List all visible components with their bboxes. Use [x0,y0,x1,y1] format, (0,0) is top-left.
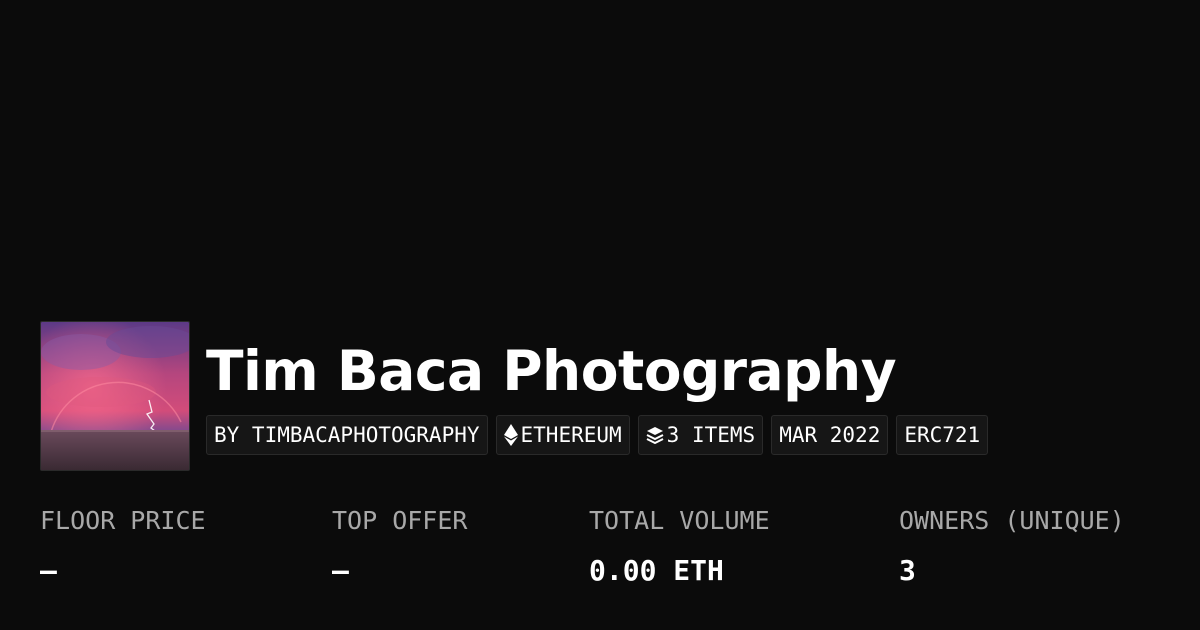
date-tag-label: MAR 2022 [779,423,881,447]
top-offer-label: TOP OFFER [332,506,468,535]
total-volume-label: TOTAL VOLUME [589,506,770,535]
collection-tags: BY TIMBACAPHOTOGRAPHY ETHEREUM 3 ITEMS M… [206,415,989,455]
owners-stat: OWNERS (UNIQUE) 3 [899,503,1125,589]
floor-price-label: FLOOR PRICE [40,506,206,535]
items-tag-label: 3 ITEMS [666,423,756,447]
creator-tag[interactable]: BY TIMBACAPHOTOGRAPHY [206,415,488,455]
date-tag: MAR 2022 [771,415,889,455]
standard-tag: ERC721 [896,415,989,455]
collection-avatar [40,321,190,471]
chain-tag[interactable]: ETHEREUM [495,415,630,455]
creator-tag-label: BY TIMBACAPHOTOGRAPHY [214,423,480,447]
total-volume-stat: TOTAL VOLUME 0.00 ETH [589,503,770,589]
layers-icon [646,426,664,444]
top-offer-stat: TOP OFFER – [332,503,467,589]
ethereum-icon [503,424,518,446]
collection-title: Tim Baca Photography [206,339,897,403]
standard-tag-label: ERC721 [904,423,981,447]
owners-value: 3 [899,554,916,587]
floor-price-value: – [40,554,57,587]
top-offer-value: – [332,554,349,587]
chain-tag-label: ETHEREUM [520,423,622,447]
items-tag[interactable]: 3 ITEMS [637,415,764,455]
floor-price-stat: FLOOR PRICE – [40,503,206,589]
total-volume-value: 0.00 ETH [589,554,724,587]
owners-label: OWNERS (UNIQUE) [899,506,1125,535]
